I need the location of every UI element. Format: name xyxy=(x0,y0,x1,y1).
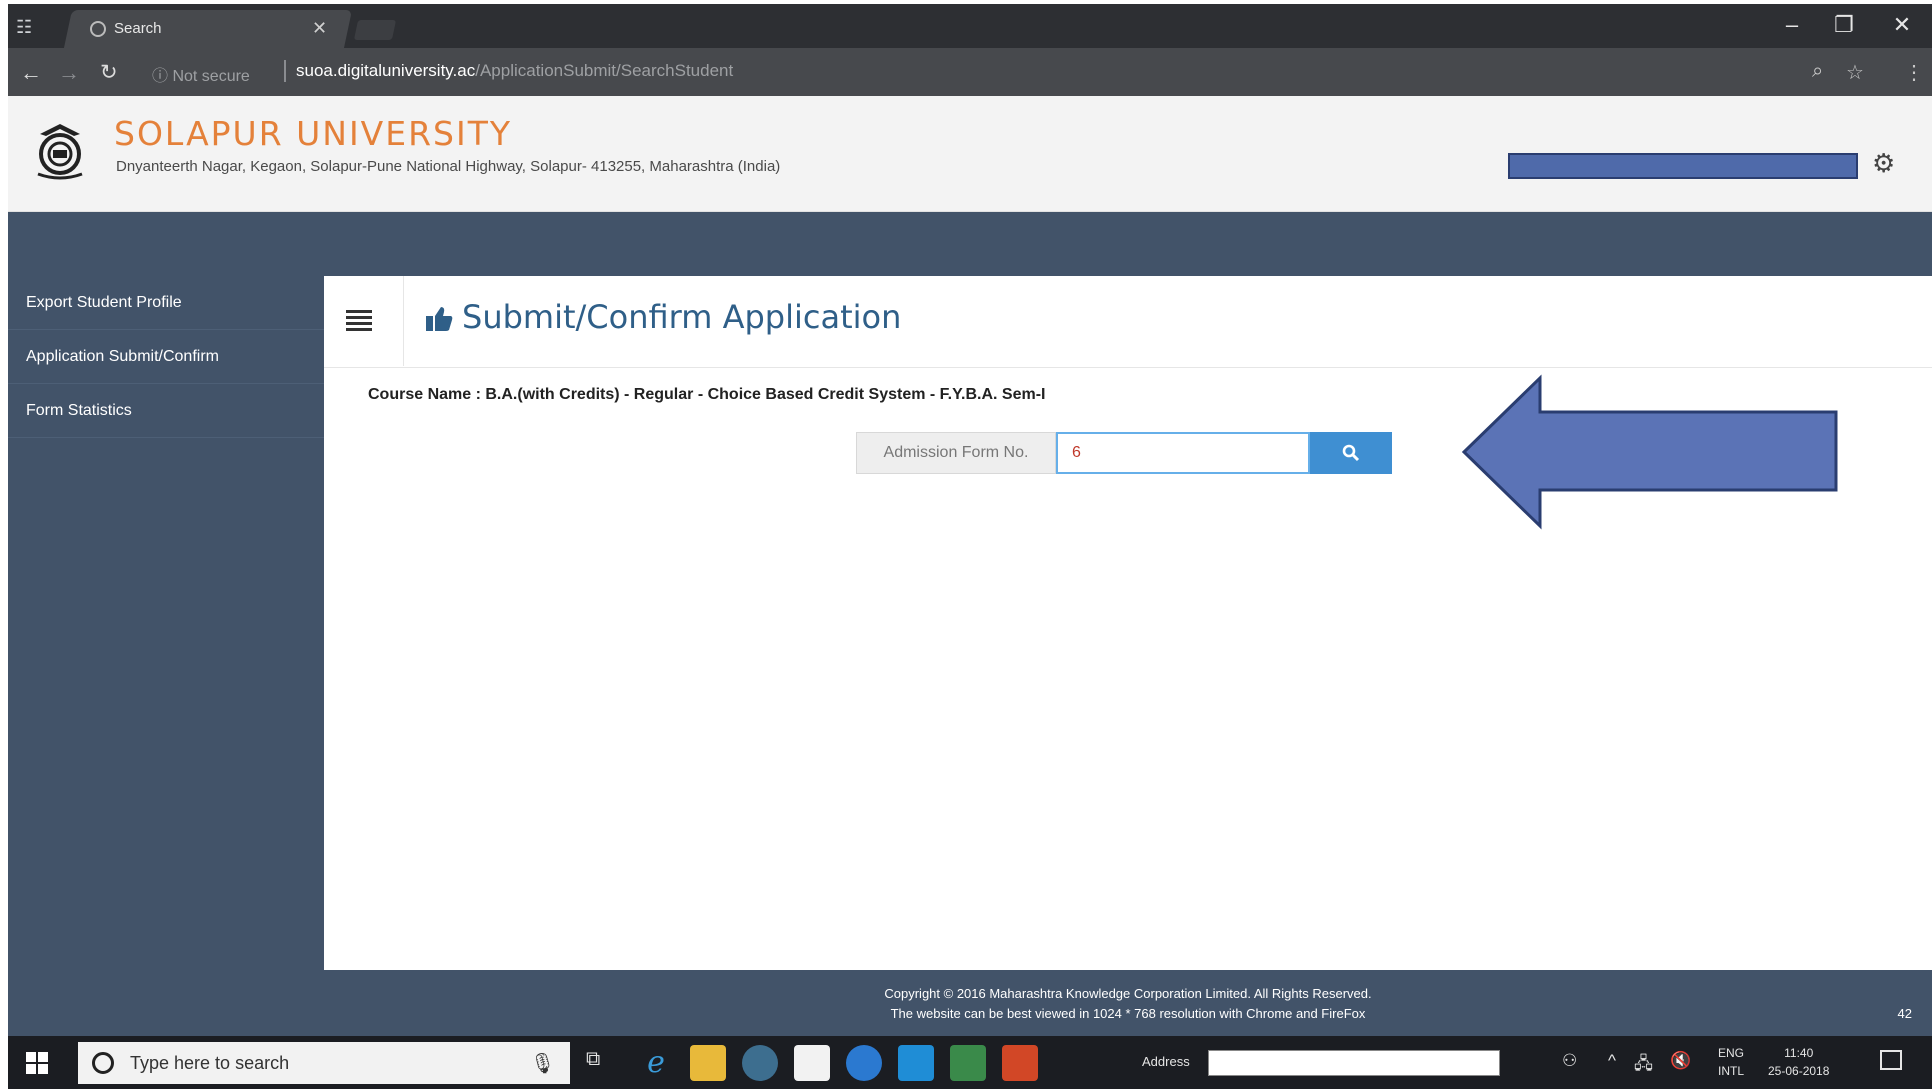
task-view-icon[interactable]: ⧉ xyxy=(586,1048,600,1071)
clock-time: 11:40 xyxy=(1784,1046,1814,1060)
footer-counter: 42 xyxy=(1897,1006,1912,1021)
network-icon[interactable]: 🖧 xyxy=(1634,1051,1653,1080)
footer-copyright-line: Copyright © 2016 Maharashtra Knowledge C… xyxy=(884,986,1372,1001)
tray-chevron-icon[interactable]: ^ xyxy=(1608,1051,1616,1071)
screenshot-frame: ☷ Search ✕ – ❐ ✕ ← → ↻ ⓘ Not secure suoa… xyxy=(0,0,1932,1089)
address-toolbar-label: Address xyxy=(1142,1054,1190,1069)
sidebar-item-form-statistics[interactable]: Form Statistics xyxy=(8,384,324,438)
new-tab-button[interactable] xyxy=(353,20,397,40)
taskbar-search-placeholder: Type here to search xyxy=(130,1053,290,1073)
restore-icon[interactable]: ❐ xyxy=(1824,12,1864,38)
sidebar-item-label: Export Student Profile xyxy=(26,294,182,311)
tab-title: Search xyxy=(114,20,162,37)
address-toolbar-input[interactable] xyxy=(1208,1050,1500,1076)
clock-date: 25-06-2018 xyxy=(1768,1064,1830,1078)
browser-titlebar: ☷ Search ✕ – ❐ ✕ xyxy=(8,4,1932,48)
search-button[interactable] xyxy=(1310,432,1392,474)
sidebar-item-label: Application Submit/Confirm xyxy=(26,348,219,365)
volume-muted-icon[interactable]: 🔇 xyxy=(1670,1051,1691,1071)
footer-copyright: Copyright © 2016 Maharashtra Knowledge C… xyxy=(324,984,1932,1024)
university-logo xyxy=(37,124,83,180)
admission-form-no-label: Admission Form No. xyxy=(856,432,1056,474)
browser-tab[interactable]: Search ✕ xyxy=(68,10,348,48)
page-footer: Copyright © 2016 Maharashtra Knowledge C… xyxy=(324,970,1932,1036)
keyboard-layout: INTL xyxy=(1718,1064,1745,1078)
microphone-icon[interactable]: 🎙 xyxy=(530,1051,555,1076)
sidebar-item-label: Form Statistics xyxy=(26,402,132,419)
taskbar-search-box[interactable]: Type here to search 🎙 xyxy=(78,1042,570,1084)
menu-toggle-button[interactable] xyxy=(324,276,404,366)
course-name: Course Name : B.A.(with Credits) - Regul… xyxy=(368,386,1046,403)
app-blue-icon[interactable] xyxy=(898,1045,934,1081)
top-nav-band xyxy=(8,212,1932,276)
language-code: ENG xyxy=(1718,1046,1745,1060)
sidebar-item-application-submit-confirm[interactable]: Application Submit/Confirm xyxy=(8,330,324,384)
callout-arrow xyxy=(1461,374,1838,530)
browser-toolbar: ← → ↻ ⓘ Not secure suoa.digitaluniversit… xyxy=(8,48,1932,96)
people-icon[interactable]: ⚇ xyxy=(1562,1051,1577,1071)
tab-favicon-icon xyxy=(90,21,106,37)
reload-icon[interactable]: ↻ xyxy=(100,60,118,85)
system-clock[interactable]: 11:40 25-06-2018 xyxy=(1768,1044,1829,1080)
page-title: Submit/Confirm Application xyxy=(462,298,902,336)
footer-browser-note: The website can be best viewed in 1024 *… xyxy=(890,1006,1366,1021)
search-icon xyxy=(1342,444,1360,462)
windows-taskbar: Type here to search 🎙 ⧉ e Address ⚇ ^ 🖧 … xyxy=(8,1036,1932,1089)
admission-form-no-input[interactable] xyxy=(1056,432,1310,474)
hamburger-icon xyxy=(346,310,372,331)
not-secure-indicator[interactable]: ⓘ Not secure xyxy=(152,62,250,86)
bookmark-star-icon[interactable]: ☆ xyxy=(1846,60,1864,85)
minimize-icon[interactable]: – xyxy=(1772,12,1812,38)
edge-icon[interactable]: e xyxy=(638,1045,674,1081)
url-path: /ApplicationSubmit/SearchStudent xyxy=(475,61,734,80)
tab-search-icon[interactable]: ☷ xyxy=(16,16,38,38)
url-host: suoa.digitaluniversity.ac xyxy=(296,61,476,80)
file-explorer-icon[interactable] xyxy=(690,1045,726,1081)
cortana-icon xyxy=(92,1052,114,1074)
action-center-icon[interactable] xyxy=(1880,1050,1902,1070)
site-header: SOLAPUR UNIVERSITY Dnyanteerth Nagar, Ke… xyxy=(8,96,1932,212)
sidebar: Export Student Profile Application Submi… xyxy=(8,276,324,1036)
zoom-icon[interactable]: ⌕ xyxy=(1812,60,1823,83)
app-green-icon[interactable] xyxy=(950,1045,986,1081)
content-header: Submit/Confirm Application xyxy=(324,276,1932,368)
address-bar[interactable]: suoa.digitaluniversity.ac/ApplicationSub… xyxy=(296,61,733,81)
user-info-redacted xyxy=(1508,153,1858,179)
chrome-icon[interactable] xyxy=(742,1045,778,1081)
sidebar-item-export-student-profile[interactable]: Export Student Profile xyxy=(8,276,324,330)
university-address: Dnyanteerth Nagar, Kegaon, Solapur-Pune … xyxy=(116,158,781,175)
menu-kebab-icon[interactable]: ⋮ xyxy=(1904,60,1924,85)
settings-gears-icon[interactable]: ⚙ xyxy=(1872,148,1895,179)
omnibox-separator xyxy=(284,60,286,82)
tab-close-icon[interactable]: ✕ xyxy=(312,18,327,39)
windows-start-icon[interactable] xyxy=(26,1052,48,1074)
language-indicator[interactable]: ENG INTL xyxy=(1718,1044,1744,1080)
teamviewer-icon[interactable] xyxy=(846,1045,882,1081)
university-name: SOLAPUR UNIVERSITY xyxy=(114,114,513,153)
back-icon[interactable]: ← xyxy=(20,60,42,86)
forward-icon[interactable]: → xyxy=(58,60,80,86)
powerpoint-icon[interactable] xyxy=(1002,1045,1038,1081)
thumbs-up-icon xyxy=(426,307,453,331)
store-icon[interactable] xyxy=(794,1045,830,1081)
close-window-icon[interactable]: ✕ xyxy=(1882,12,1922,38)
